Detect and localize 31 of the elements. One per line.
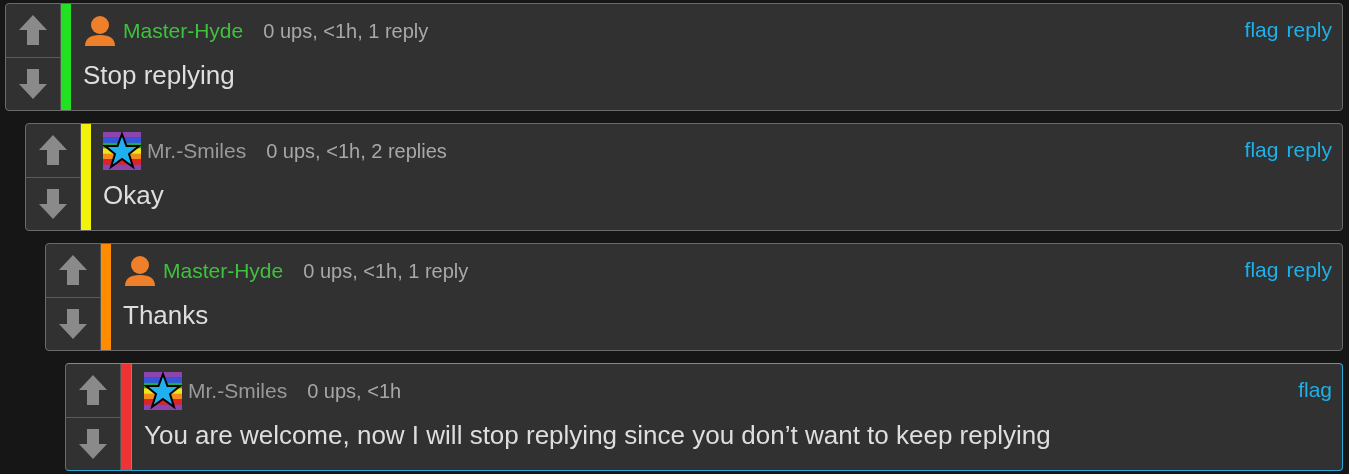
up-arrow-icon — [78, 374, 108, 407]
action-link[interactable]: flag — [1298, 378, 1332, 402]
star-avatar-icon — [144, 372, 182, 410]
person-avatar-icon — [83, 15, 117, 47]
comment-text: Thanks — [123, 300, 210, 331]
down-arrow-icon — [78, 427, 108, 460]
comment-meta: 0 ups, <1h, 1 reply — [263, 19, 429, 43]
action-link[interactable]: reply — [1286, 138, 1332, 162]
up-arrow-icon — [38, 134, 68, 167]
star-avatar-icon — [103, 132, 141, 170]
comment-meta: 0 ups, <1h — [307, 379, 402, 403]
down-arrow-icon — [18, 67, 48, 100]
username-link[interactable]: Master-Hyde — [163, 259, 284, 283]
username-link[interactable]: Master-Hyde — [123, 19, 244, 43]
action-link[interactable]: reply — [1286, 18, 1332, 42]
person-avatar-icon — [123, 255, 157, 287]
action-link[interactable]: flag — [1244, 258, 1279, 282]
comment-meta: 0 ups, <1h, 1 reply — [303, 259, 469, 283]
username-link[interactable]: Mr.-Smiles — [147, 139, 247, 163]
up-arrow-icon — [58, 254, 88, 287]
up-arrow-icon — [18, 14, 48, 47]
comment-text: You are welcome, now I will stop replying since you don’t want to keep replying — [144, 420, 1052, 451]
down-arrow-icon — [58, 307, 88, 340]
comment-meta: 0 ups, <1h, 2 replies — [266, 139, 447, 163]
comment-text: Stop replying — [83, 60, 236, 91]
down-arrow-icon — [38, 187, 68, 220]
action-link[interactable]: flag — [1244, 18, 1279, 42]
action-link[interactable]: flag — [1244, 138, 1279, 162]
comment-text: Okay — [103, 180, 165, 211]
username-link[interactable]: Mr.-Smiles — [188, 379, 288, 403]
action-link[interactable]: reply — [1286, 258, 1332, 282]
